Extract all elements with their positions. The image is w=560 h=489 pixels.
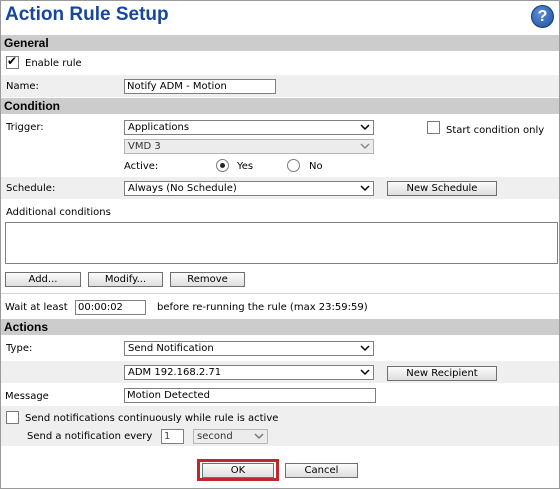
wait-label: Wait at least [5,302,68,313]
additional-conditions-label: Additional conditions [6,207,111,218]
notify-every-field[interactable]: 1 [161,429,184,444]
wait-suffix-label: before re-running the rule (max 23:59:59… [157,302,368,313]
page-title: Action Rule Setup [5,4,169,25]
enable-rule-label: Enable rule [25,58,82,69]
trigger-select-value: Applications [128,122,190,133]
additional-conditions-list[interactable] [5,222,558,264]
start-condition-label: Start condition only [446,125,545,136]
schedule-select[interactable]: Always (No Schedule) [124,181,374,196]
new-schedule-button[interactable]: New Schedule [387,181,497,196]
enable-rule-checkbox[interactable] [6,54,19,69]
trigger-sub-select-value: VMD 3 [128,141,161,152]
chevron-down-icon [254,433,264,440]
add-condition-button[interactable]: Add... [5,272,81,287]
recipient-select-value: ADM 192.168.2.71 [128,367,222,378]
trigger-sub-select[interactable]: VMD 3 [124,139,374,154]
continuous-notify-checkbox[interactable] [6,411,19,424]
type-label: Type: [6,343,33,354]
active-no-label: No [309,161,323,172]
name-label: Name: [6,81,39,92]
chevron-down-icon [360,369,370,376]
schedule-select-value: Always (No Schedule) [128,183,237,194]
notify-unit-select[interactable]: second [193,429,268,444]
recipient-select[interactable]: ADM 192.168.2.71 [124,365,374,380]
trigger-select[interactable]: Applications [124,120,374,135]
message-field[interactable]: Motion Detected [124,388,376,403]
active-label: Active: [124,161,159,172]
notify-unit-value: second [197,431,233,442]
notify-every-label: Send a notification every [27,431,153,442]
section-condition-header: Condition [1,98,559,114]
start-condition-checkbox[interactable] [427,121,440,134]
message-label: Message [5,391,49,402]
wait-time-field[interactable]: 00:00:02 [75,300,146,315]
section-actions-header: Actions [1,319,559,335]
new-recipient-button[interactable]: New Recipient [387,366,497,381]
chevron-down-icon [360,124,370,131]
chevron-down-icon [360,345,370,352]
chevron-down-icon [360,185,370,192]
active-yes-label: Yes [237,161,254,172]
trigger-label: Trigger: [6,122,44,133]
name-field[interactable]: Notify ADM - Motion [124,79,276,94]
active-no-radio[interactable] [287,159,300,172]
active-yes-radio[interactable] [216,159,229,172]
divider [1,293,559,294]
section-general-header: General [1,35,559,51]
cancel-button[interactable]: Cancel [285,463,358,478]
action-type-select[interactable]: Send Notification [124,341,374,356]
modify-condition-button[interactable]: Modify... [88,272,163,287]
ok-button[interactable]: OK [202,463,274,478]
chevron-down-icon [360,143,370,150]
help-icon[interactable]: ? [531,5,554,28]
continuous-notify-label: Send notifications continuously while ru… [25,413,279,424]
remove-condition-button[interactable]: Remove [170,272,245,287]
schedule-label: Schedule: [6,183,56,194]
name-row-shade [1,75,559,97]
action-type-select-value: Send Notification [128,343,214,354]
